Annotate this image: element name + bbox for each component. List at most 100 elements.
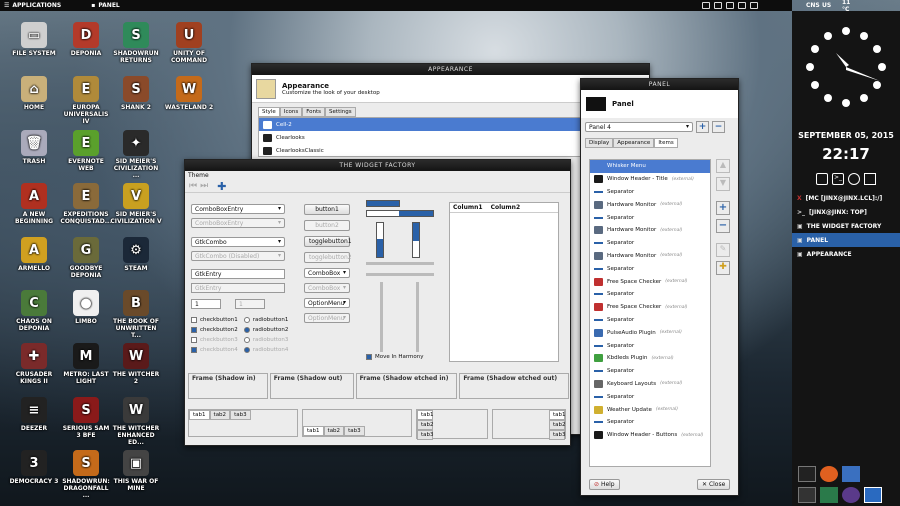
- monitor-icon[interactable]: [798, 466, 816, 482]
- add-panel-icon[interactable]: +: [696, 121, 709, 133]
- spin-button[interactable]: 1: [191, 299, 221, 309]
- help-button[interactable]: ⊘ Help: [589, 479, 620, 490]
- combobox[interactable]: ComboBox: [304, 268, 350, 278]
- window-title[interactable]: APPEARANCE: [252, 64, 649, 75]
- tab-fonts[interactable]: Fonts: [302, 107, 326, 117]
- remove-panel-icon[interactable]: −: [712, 121, 725, 133]
- gtkentry[interactable]: GtkEntry: [191, 269, 285, 279]
- hscale[interactable]: [366, 262, 434, 265]
- desktop-icon[interactable]: ● LIMBO: [60, 290, 112, 325]
- move-up-icon[interactable]: ▲: [716, 159, 730, 173]
- panel-item[interactable]: Separator: [590, 237, 710, 250]
- panel-item[interactable]: Whisker Menu: [590, 160, 710, 173]
- desktop-icon[interactable]: ▣ THIS WAR OF MINE: [110, 450, 162, 492]
- desktop-icon[interactable]: S SHADOWRUN: DRAGONFALL ...: [60, 450, 112, 499]
- tab-items[interactable]: Items: [654, 138, 678, 148]
- tab-appearance[interactable]: Appearance: [613, 138, 655, 148]
- panel-item[interactable]: PulseAudio Plugin (external): [590, 326, 710, 339]
- move-down-icon[interactable]: ▼: [716, 177, 730, 191]
- theme-menu[interactable]: Theme: [185, 171, 570, 180]
- tab-style[interactable]: Style: [258, 107, 280, 117]
- tab3[interactable]: tab3: [230, 410, 251, 420]
- tab2[interactable]: tab2: [209, 410, 231, 420]
- tab1[interactable]: tab1: [417, 410, 434, 420]
- checkbutton[interactable]: checkbutton2: [191, 325, 238, 335]
- terminal-icon[interactable]: >_: [832, 173, 844, 185]
- panel-item[interactable]: Free Space Checker (external): [590, 301, 710, 314]
- desktop-icon[interactable]: W THE WITCHER 2: [110, 343, 162, 385]
- tab-icons[interactable]: Icons: [279, 107, 303, 117]
- gtkcombo[interactable]: GtkCombo: [191, 237, 285, 247]
- desktop-icon[interactable]: E EUROPA UNIVERSALIS IV: [60, 76, 112, 125]
- desktop-icon[interactable]: ▭ FILE SYSTEM: [8, 22, 60, 57]
- panel-item[interactable]: Window Header - Title (external): [590, 173, 710, 186]
- window-title[interactable]: PANEL: [581, 79, 738, 90]
- desktop-icon[interactable]: E EVERNOTE WEB: [60, 130, 112, 172]
- weather-readout[interactable]: 11 °C: [842, 0, 850, 13]
- hscale[interactable]: [366, 273, 434, 276]
- task-item[interactable]: >_ [JINX@JINX: TOP]: [792, 205, 900, 219]
- desktop-icon[interactable]: S SHADOWRUN RETURNS: [110, 22, 162, 64]
- desktop-icon[interactable]: E EXPEDITIONS CONQUISTAD...: [60, 183, 112, 225]
- task-item[interactable]: ▣ APPEARANCE: [792, 247, 900, 261]
- layout-indicator[interactable]: US: [822, 2, 831, 9]
- task-item[interactable]: X [MC [JINX@JINX.LCL]:/]: [792, 191, 900, 205]
- panel-item[interactable]: Window Header - Buttons (external): [590, 429, 710, 442]
- radiobutton[interactable]: radiobutton2: [243, 325, 288, 335]
- desktop-icon[interactable]: 🗑 TRASH: [8, 130, 60, 165]
- volume-icon[interactable]: [750, 2, 758, 9]
- tab-settings[interactable]: Settings: [325, 107, 356, 117]
- edit-item-icon[interactable]: ✎: [716, 243, 730, 257]
- desktop-icon[interactable]: S SERIOUS SAM 3 BFE: [60, 397, 112, 439]
- desktop-icon[interactable]: ≡ DEEZER: [8, 397, 60, 432]
- panel-item[interactable]: Separator: [590, 288, 710, 301]
- tab1[interactable]: tab1: [303, 426, 324, 436]
- panel-item[interactable]: Hardware Monitor (external): [590, 250, 710, 263]
- desktop-icon[interactable]: D DEPONIA: [60, 22, 112, 57]
- desktop-icon[interactable]: C CHAOS ON DEPONIA: [8, 290, 60, 332]
- panel-item[interactable]: Separator: [590, 211, 710, 224]
- desktop-icon[interactable]: A A NEW BEGINNING: [8, 183, 60, 225]
- document-icon[interactable]: [842, 466, 860, 482]
- panel-selector[interactable]: Panel 4: [585, 122, 693, 132]
- panel-item[interactable]: Kbdleds Plugin (external): [590, 352, 710, 365]
- togglebutton1[interactable]: togglebutton1: [304, 236, 352, 247]
- radiobutton[interactable]: radiobutton1: [243, 315, 288, 325]
- panel-item[interactable]: Keyboard Layouts (external): [590, 378, 710, 391]
- app-icon[interactable]: [842, 487, 860, 503]
- desktop-icon[interactable]: G GOODBYE DEPONIA: [60, 237, 112, 279]
- tab2[interactable]: tab2: [417, 420, 434, 430]
- window-title[interactable]: THE WIDGET FACTORY: [185, 160, 570, 171]
- task-item[interactable]: ▣ PANEL: [792, 233, 900, 247]
- terminal-icon[interactable]: [798, 487, 816, 503]
- button1[interactable]: button1: [304, 204, 350, 215]
- panel-item[interactable]: Hardware Monitor (external): [590, 198, 710, 211]
- desktop-icon[interactable]: M METRO: LAST LIGHT: [60, 343, 112, 385]
- monitor-icon[interactable]: [816, 173, 828, 185]
- desktop-icon[interactable]: W WASTELAND 2: [163, 76, 215, 111]
- tab2[interactable]: tab2: [549, 420, 566, 430]
- remove-item-icon[interactable]: −: [716, 219, 730, 233]
- monitor-icon[interactable]: [726, 2, 734, 9]
- firefox-icon[interactable]: [820, 466, 838, 482]
- first-icon[interactable]: ⏮: [189, 181, 197, 191]
- monitor-icon[interactable]: [702, 2, 710, 9]
- active-window-title[interactable]: ▪ PANEL: [87, 2, 124, 9]
- tab3[interactable]: tab3: [344, 426, 365, 436]
- panel-item[interactable]: Weather Update (external): [590, 403, 710, 416]
- window-icon[interactable]: [864, 487, 882, 503]
- vscale[interactable]: [380, 282, 383, 352]
- tab2[interactable]: tab2: [323, 426, 345, 436]
- panel-item[interactable]: Hardware Monitor (external): [590, 224, 710, 237]
- desktop-icon[interactable]: ⌂ HOME: [8, 76, 60, 111]
- comboboxentry[interactable]: ComboBoxEntry: [191, 204, 285, 214]
- add-icon[interactable]: ✚: [217, 180, 226, 193]
- browser-icon[interactable]: [848, 173, 860, 185]
- tab3[interactable]: tab3: [549, 430, 566, 440]
- tab3[interactable]: tab3: [417, 430, 434, 440]
- desktop-icon[interactable]: ⚙ STEAM: [110, 237, 162, 272]
- column-header[interactable]: Column1: [453, 204, 483, 211]
- desktop-icon[interactable]: B THE BOOK OF UNWRITTEN T...: [110, 290, 162, 339]
- move-in-harmony[interactable]: Move In Harmony: [366, 352, 424, 362]
- desktop-icon[interactable]: ✦ SID MEIER'S CIVILIZATION ...: [110, 130, 162, 179]
